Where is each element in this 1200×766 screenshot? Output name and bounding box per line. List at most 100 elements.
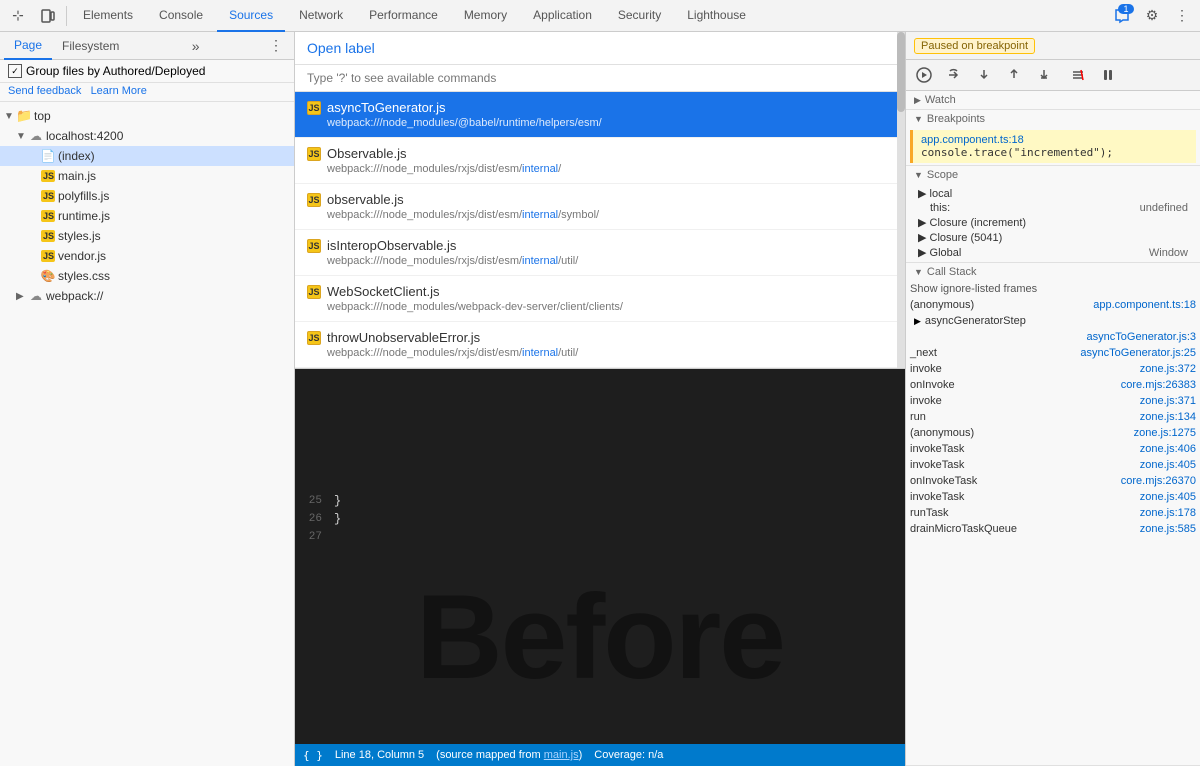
tree-item-top[interactable]: ▼📁top	[0, 106, 294, 126]
call-stack-item-11[interactable]: onInvokeTask core.mjs:26370	[906, 473, 1200, 489]
tab-console[interactable]: Console	[147, 0, 215, 32]
open-dialog-title: Open label	[307, 40, 375, 56]
tab-application[interactable]: Application	[521, 0, 604, 32]
dialog-scrollbar-thumb[interactable]	[897, 32, 905, 112]
tree-item--index-[interactable]: 📄(index)	[0, 146, 294, 166]
tab-elements[interactable]: Elements	[71, 0, 145, 32]
call-func: _next	[910, 347, 937, 359]
tree-icon: ☁	[28, 129, 44, 143]
tab-security[interactable]: Security	[606, 0, 673, 32]
call-stack-item-9[interactable]: invokeTask zone.js:406	[906, 441, 1200, 457]
tab-lighthouse[interactable]: Lighthouse	[675, 0, 758, 32]
scope-closure-5041: ▶ Closure (5041)	[914, 230, 1192, 245]
call-stack-item-3[interactable]: _next asyncToGenerator.js:25	[906, 345, 1200, 361]
tab-filesystem[interactable]: Filesystem	[52, 32, 129, 60]
call-stack-item-4[interactable]: invoke zone.js:372	[906, 361, 1200, 377]
tree-item-styles-js[interactable]: JSstyles.js	[0, 226, 294, 246]
call-stack-item-2[interactable]: asyncToGenerator.js:3	[906, 329, 1200, 345]
step-btn[interactable]	[1030, 63, 1058, 87]
pause-exceptions-btn[interactable]	[1094, 63, 1122, 87]
call-stack-expand-async[interactable]: ▶asyncGeneratorStep	[906, 313, 1200, 329]
call-stack-item-12[interactable]: invokeTask zone.js:405	[906, 489, 1200, 505]
call-stack-item-7[interactable]: run zone.js:134	[906, 409, 1200, 425]
format-icon[interactable]: { }	[303, 749, 323, 762]
call-func: invokeTask	[910, 459, 964, 471]
checkbox-group-files[interactable]: ✓	[8, 64, 22, 78]
file-item-0[interactable]: JS asyncToGenerator.js webpack:///node_m…	[295, 92, 905, 138]
open-dialog-hint: Type '?' to see available commands	[295, 65, 905, 92]
file-item-1[interactable]: JS Observable.js webpack:///node_modules…	[295, 138, 905, 184]
breakpoints-header[interactable]: ▼ Breakpoints	[906, 110, 1200, 128]
deactivate-btn[interactable]	[1064, 63, 1092, 87]
dialog-scrollbar[interactable]	[897, 32, 905, 368]
scope-header[interactable]: ▼ Scope	[906, 166, 1200, 184]
file-path: webpack:///node_modules/rxjs/dist/esm/in…	[327, 209, 893, 221]
call-stack-item-5[interactable]: onInvoke core.mjs:26383	[906, 377, 1200, 393]
step-over-btn[interactable]	[940, 63, 968, 87]
call-stack-label: Call Stack	[927, 266, 977, 278]
scope-content: ▶ local this: undefined ▶ Closure (incre…	[906, 184, 1200, 262]
scope-this: this: undefined	[914, 201, 1192, 215]
tree-item-localhost-4200[interactable]: ▼☁localhost:4200	[0, 126, 294, 146]
more-tabs-icon[interactable]: »	[188, 38, 204, 54]
scope-section: ▼ Scope ▶ local this: undefined ▶ Closur…	[906, 166, 1200, 263]
settings-icon[interactable]: ⚙	[1138, 2, 1166, 30]
tree-item-runtime-js[interactable]: JSruntime.js	[0, 206, 294, 226]
file-info: isInteropObservable.js webpack:///node_m…	[327, 238, 893, 267]
tree-item-vendor-js[interactable]: JSvendor.js	[0, 246, 294, 266]
file-icon: JS	[307, 285, 327, 299]
resume-btn[interactable]	[910, 63, 938, 87]
code-area[interactable]: 25 } 26 } 27 Before	[295, 492, 905, 766]
line-content-26: }	[330, 510, 905, 528]
tree-item-main-js[interactable]: JSmain.js	[0, 166, 294, 186]
file-icon: JS	[307, 147, 327, 161]
device-icon[interactable]	[34, 2, 62, 30]
tab-network[interactable]: Network	[287, 0, 355, 32]
tab-performance[interactable]: Performance	[357, 0, 450, 32]
call-func: invokeTask	[910, 491, 964, 503]
open-dialog-header: Open label	[295, 32, 905, 65]
toolbar-separator	[66, 6, 67, 26]
tree-item-styles-css[interactable]: 🎨styles.css	[0, 266, 294, 286]
coverage: Coverage: n/a	[594, 749, 663, 761]
watch-header[interactable]: ▶ Watch	[906, 91, 1200, 109]
tree-icon: ☁	[28, 289, 44, 303]
step-out-btn[interactable]	[1000, 63, 1028, 87]
file-item-3[interactable]: JS isInteropObservable.js webpack:///nod…	[295, 230, 905, 276]
file-item-4[interactable]: JS WebSocketClient.js webpack:///node_mo…	[295, 276, 905, 322]
breakpoint-file[interactable]: app.component.ts:18	[921, 134, 1188, 146]
main-js-link[interactable]: main.js	[544, 749, 579, 761]
code-line-27: 27	[295, 528, 905, 546]
file-path: webpack:///node_modules/@babel/runtime/h…	[327, 117, 893, 129]
call-stack-list: (anonymous) app.component.ts:18 ▶asyncGe…	[906, 297, 1200, 537]
panel-menu-icon[interactable]: ⋮	[262, 32, 290, 60]
call-stack-item-8[interactable]: (anonymous) zone.js:1275	[906, 425, 1200, 441]
breakpoints-section: ▼ Breakpoints app.component.ts:18 consol…	[906, 110, 1200, 166]
call-stack-item-6[interactable]: invoke zone.js:371	[906, 393, 1200, 409]
step-into-btn[interactable]	[970, 63, 998, 87]
search-query[interactable]: label	[345, 40, 375, 56]
tree-icon: 📄	[40, 149, 56, 163]
tab-page[interactable]: Page	[4, 32, 52, 60]
more-icon[interactable]: ⋮	[1168, 2, 1196, 30]
call-stack-header[interactable]: ▼ Call Stack	[906, 263, 1200, 281]
call-stack-item-10[interactable]: invokeTask zone.js:405	[906, 457, 1200, 473]
scope-closure-increment: ▶ Closure (increment)	[914, 215, 1192, 230]
tree-item-webpack---[interactable]: ▶☁webpack://	[0, 286, 294, 306]
learn-more-link[interactable]: Learn More	[91, 85, 147, 97]
tree-item-polyfills-js[interactable]: JSpolyfills.js	[0, 186, 294, 206]
send-feedback-link[interactable]: Send feedback	[8, 85, 81, 97]
show-ignore-frames[interactable]: Show ignore-listed frames	[906, 281, 1200, 297]
js-icon: JS	[307, 331, 321, 345]
tree-icon: JS	[40, 170, 56, 182]
code-line-25: 25 }	[295, 492, 905, 510]
file-item-5[interactable]: JS throwUnobservableError.js webpack:///…	[295, 322, 905, 368]
file-item-2[interactable]: JS observable.js webpack:///node_modules…	[295, 184, 905, 230]
call-stack-item-0[interactable]: (anonymous) app.component.ts:18	[906, 297, 1200, 313]
tab-sources[interactable]: Sources	[217, 0, 285, 32]
file-name: observable.js	[327, 192, 893, 207]
cursor-icon[interactable]: ⊹	[4, 2, 32, 30]
tab-memory[interactable]: Memory	[452, 0, 519, 32]
call-stack-item-13[interactable]: runTask zone.js:178	[906, 505, 1200, 521]
call-stack-item-14[interactable]: drainMicroTaskQueue zone.js:585	[906, 521, 1200, 537]
